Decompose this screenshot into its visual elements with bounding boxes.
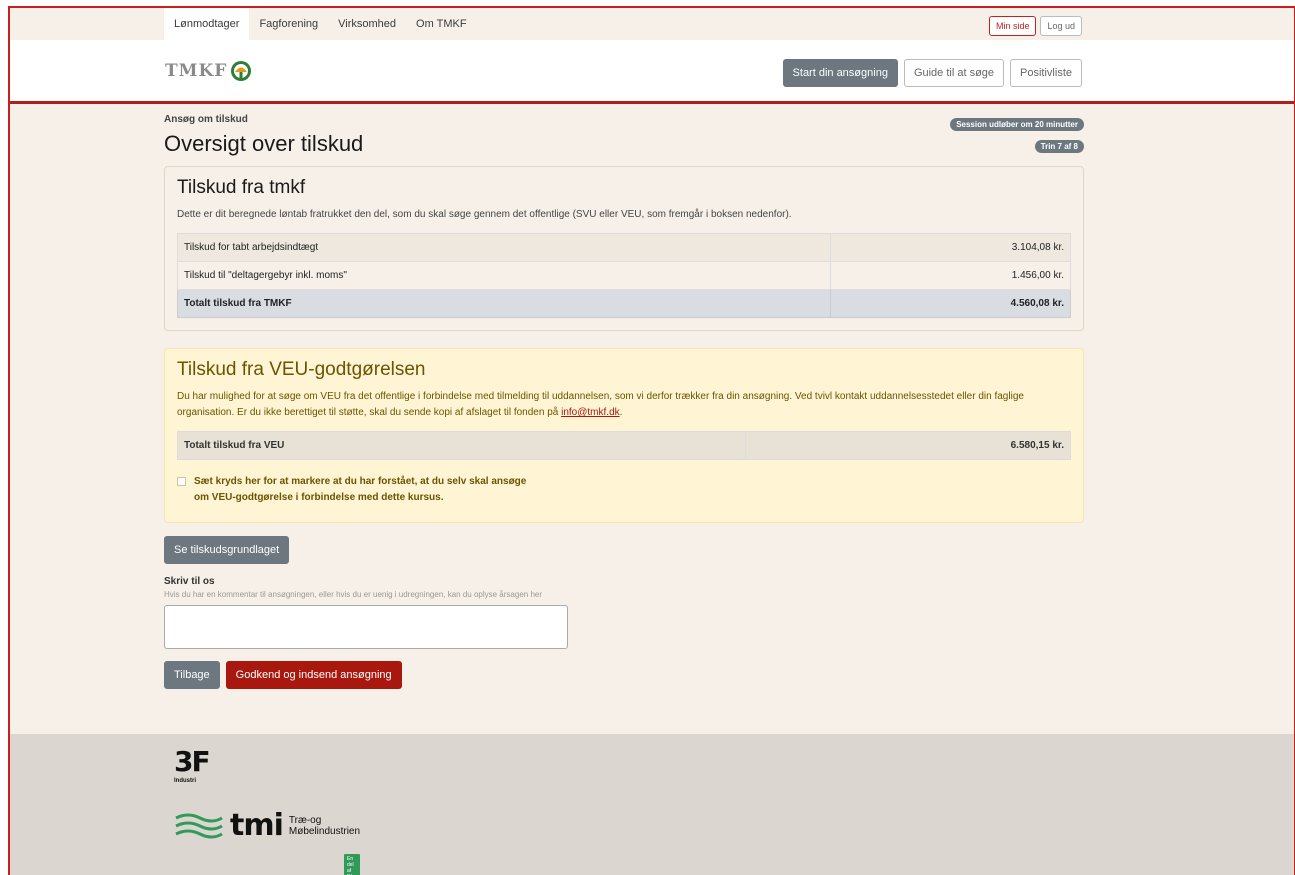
- tmkf-card: Tilskud fra tmkf Dette er dit beregnede …: [164, 166, 1084, 331]
- veu-description: Du har mulighed for at søge om VEU fra d…: [177, 389, 1071, 421]
- row-label: Tilskud til "deltagergebyr inkl. moms": [177, 261, 831, 290]
- waves-icon: [175, 813, 223, 838]
- tmi-tag: En del af DI: [344, 854, 361, 875]
- total-label: Totalt tilskud fra TMKF: [177, 289, 831, 318]
- main-content: Ansøg om tilskud Oversigt over tilskud S…: [164, 104, 1084, 689]
- checkbox-label: Sæt kryds her for at markere at du har f…: [194, 474, 526, 506]
- page-frame: Lønmodtager Fagforening Virksomhed Om TM…: [8, 6, 1295, 875]
- tmkf-title: Tilskud fra tmkf: [177, 177, 306, 198]
- veu-description-end: .: [619, 407, 623, 418]
- total-row: Totalt tilskud fra VEU 6.580,15 kr.: [177, 431, 1071, 460]
- comment-textarea[interactable]: [164, 605, 568, 649]
- 3f-logo-sub: Industri: [174, 778, 196, 784]
- row-label: Tilskud for tabt arbejdsindtægt: [177, 233, 831, 262]
- submit-button[interactable]: Godkend og indsend ansøgning: [225, 661, 402, 689]
- write-hint: Hvis du har en kommentar til ansøgningen…: [164, 590, 542, 599]
- positivliste-button[interactable]: Positivliste: [1010, 59, 1082, 87]
- row-value: 1.456,00 kr.: [830, 261, 1071, 290]
- step-badge: Trin 7 af 8: [1034, 140, 1084, 153]
- write-label: Skriv til os: [164, 576, 215, 587]
- tmi-wordmark: tmi: [230, 808, 284, 843]
- nav-item-virksomhed[interactable]: Virksomhed: [328, 8, 406, 40]
- tmi-text-line1: Træ-og: [288, 814, 322, 826]
- checkbox-label-line2: om VEU-godtgørelse i forbindelse med det…: [194, 492, 444, 503]
- nav-item-lonmodtager[interactable]: Lønmodtager: [164, 8, 250, 40]
- log-ud-button[interactable]: Log ud: [1040, 16, 1082, 36]
- top-nav-links: Lønmodtager Fagforening Virksomhed Om TM…: [164, 8, 477, 40]
- status-badges: Session udløber om 20 minutter Trin 7 af…: [950, 114, 1084, 158]
- veu-card: Tilskud fra VEU-godtgørelsen Du har muli…: [164, 348, 1084, 523]
- veu-confirm-checkbox[interactable]: Sæt kryds her for at markere at du har f…: [177, 474, 1071, 506]
- back-button[interactable]: Tilbage: [164, 661, 220, 689]
- checkbox-label-line1: Sæt kryds her for at markere at du har f…: [194, 476, 527, 487]
- 3f-logo[interactable]: 3F Industri: [174, 745, 211, 785]
- site-header: TMKF Start din ansøgning Guide til at sø…: [10, 40, 1294, 104]
- tree-icon: [231, 61, 252, 81]
- email-link[interactable]: info@tmkf.dk: [561, 407, 620, 418]
- table-row: Tilskud til "deltagergebyr inkl. moms" 1…: [177, 261, 1071, 290]
- start-application-button[interactable]: Start din ansøgning: [782, 59, 898, 87]
- 3f-logo-mark: 3F: [174, 745, 211, 778]
- breadcrumb: Ansøg om tilskud: [164, 114, 248, 125]
- header-actions: Start din ansøgning Guide til at søge Po…: [782, 59, 1082, 87]
- nav-item-fagforening[interactable]: Fagforening: [249, 8, 328, 40]
- tmi-text-line2: Møbelindustrien: [288, 825, 361, 837]
- veu-total-value: 6.580,15 kr.: [745, 431, 1071, 460]
- min-side-button[interactable]: Min side: [988, 16, 1037, 36]
- total-value: 4.560,08 kr.: [830, 289, 1071, 318]
- tmkf-description: Dette er dit beregnede løntab fratrukket…: [177, 209, 792, 220]
- account-links: Min side Log ud: [988, 16, 1082, 36]
- table-row: Tilskud for tabt arbejdsindtægt 3.104,08…: [177, 233, 1071, 262]
- logo-text: TMKF: [165, 61, 228, 81]
- total-row: Totalt tilskud fra TMKF 4.560,08 kr.: [177, 289, 1071, 318]
- tmkf-table: Tilskud for tabt arbejdsindtægt 3.104,08…: [177, 233, 1071, 318]
- checkbox[interactable]: [177, 477, 186, 486]
- form-actions: Tilbage Godkend og indsend ansøgning: [164, 661, 1084, 689]
- row-value: 3.104,08 kr.: [830, 233, 1071, 262]
- veu-table: Totalt tilskud fra VEU 6.580,15 kr.: [177, 431, 1071, 460]
- footer: 3F Industri tmi Træ-og Møbelindustrien E…: [10, 734, 1294, 875]
- nav-item-om-tmkf[interactable]: Om TMKF: [406, 8, 477, 40]
- veu-title: Tilskud fra VEU-godtgørelsen: [177, 359, 426, 380]
- top-nav: Lønmodtager Fagforening Virksomhed Om TM…: [10, 8, 1294, 40]
- view-basis-button[interactable]: Se tilskudsgrundlaget: [164, 536, 290, 564]
- page-title: Oversigt over tilskud: [164, 131, 364, 156]
- tmi-logo[interactable]: tmi Træ-og Møbelindustrien En del af DI: [174, 808, 361, 875]
- guide-button[interactable]: Guide til at søge: [903, 59, 1005, 87]
- veu-total-label: Totalt tilskud fra VEU: [177, 431, 746, 460]
- tmkf-logo[interactable]: TMKF: [165, 60, 252, 82]
- session-badge: Session udløber om 20 minutter: [950, 118, 1084, 131]
- tmi-text: Træ-og Møbelindustrien: [289, 815, 360, 837]
- grundlag-row: Se tilskudsgrundlaget: [164, 536, 1084, 564]
